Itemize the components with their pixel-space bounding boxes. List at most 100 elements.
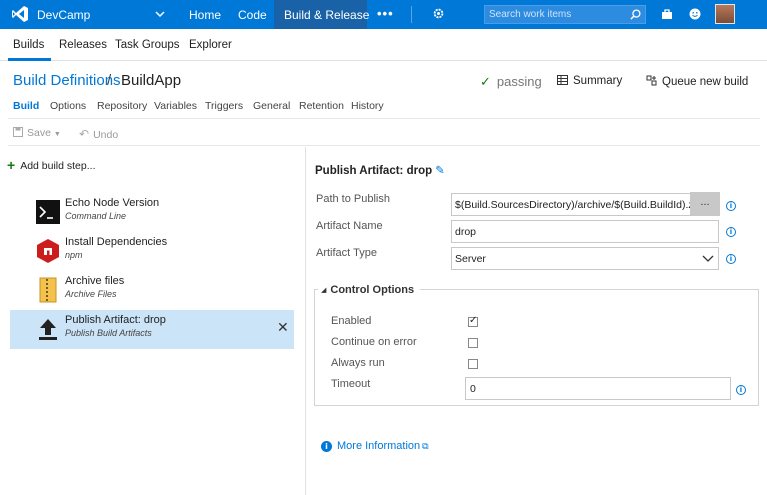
step-task-type: Archive Files	[65, 289, 117, 299]
step-name: Echo Node Version	[65, 197, 160, 209]
timeout-value: 0	[470, 383, 476, 395]
control-options-header[interactable]: ◢ Control Options	[318, 284, 421, 296]
project-name[interactable]: DevCamp	[37, 8, 90, 22]
npm-icon	[37, 239, 59, 263]
queue-build-icon	[646, 75, 657, 86]
tab-build[interactable]: Build	[13, 100, 39, 112]
continue-on-error-checkbox[interactable]	[468, 338, 478, 348]
check-icon: ✓	[480, 74, 491, 89]
search-input[interactable]	[489, 7, 624, 22]
queue-label: Queue new build	[662, 76, 749, 88]
hub-tab-task-groups[interactable]: Task Groups	[115, 39, 180, 51]
build-status-badge: ✓ passing	[480, 74, 542, 90]
info-icon[interactable]: i	[726, 201, 736, 211]
search-box[interactable]	[484, 5, 646, 24]
always-run-label: Always run	[331, 357, 385, 369]
timeout-field[interactable]: 0	[465, 377, 731, 400]
enabled-label: Enabled	[331, 315, 372, 327]
hub-tab-active-underline	[8, 58, 51, 61]
status-text: passing	[496, 74, 542, 89]
enabled-checkbox[interactable]	[468, 315, 478, 327]
build-step-item[interactable]: Echo Node Version Command Line	[10, 193, 294, 232]
continue-on-error-label: Continue on error	[331, 336, 417, 348]
build-step-item[interactable]: Install Dependencies npm	[10, 232, 294, 271]
breadcrumb-build-definitions[interactable]: Build Definitions	[13, 72, 121, 89]
tab-variables[interactable]: Variables	[154, 100, 197, 112]
more-information-label: More Information	[337, 440, 421, 452]
save-label: Save	[27, 127, 51, 139]
breadcrumb-separator: /	[107, 72, 112, 89]
artifact-name-field[interactable]: drop	[451, 220, 719, 243]
table-icon	[557, 75, 568, 85]
add-build-step-button[interactable]: + Add build step...	[7, 157, 96, 173]
nav-code[interactable]: Code	[238, 8, 267, 22]
info-icon[interactable]: i	[726, 254, 736, 264]
info-filled-icon: i	[321, 441, 332, 452]
collapse-triangle-icon: ◢	[321, 287, 327, 294]
tab-triggers[interactable]: Triggers	[205, 100, 243, 112]
step-task-type: npm	[65, 250, 83, 260]
more-information-link[interactable]: i More Information ⧉	[321, 440, 429, 452]
artifact-type-select[interactable]: Server	[451, 247, 719, 270]
tab-options[interactable]: Options	[50, 100, 86, 112]
path-to-publish-label: Path to Publish	[316, 193, 390, 205]
undo-label: Undo	[93, 129, 119, 141]
step-detail-title-text: Publish Artifact: drop	[315, 165, 433, 177]
path-to-publish-value: $(Build.SourcesDirectory)/archive/$(Buil…	[455, 199, 690, 211]
nav-divider	[411, 6, 412, 23]
upload-icon	[39, 319, 57, 340]
hub-tab-builds[interactable]: Builds	[13, 39, 44, 51]
hub-navigation: Builds Releases Task Groups Explorer	[0, 29, 767, 61]
step-name: Install Dependencies	[65, 236, 168, 248]
build-step-item[interactable]: Archive files Archive Files	[10, 271, 294, 310]
undo-button[interactable]: ↶ Undo	[79, 127, 118, 141]
chevron-down-icon[interactable]	[155, 9, 165, 19]
editor-toolbar: Save ▼ ↶ Undo	[8, 118, 760, 146]
queue-new-build-button[interactable]: Queue new build	[646, 75, 748, 88]
save-button[interactable]: Save ▼	[13, 127, 61, 139]
summary-button[interactable]: Summary	[557, 75, 622, 87]
step-name: Archive files	[65, 275, 125, 287]
add-build-step-label: Add build step...	[20, 160, 96, 172]
summary-label: Summary	[573, 75, 623, 87]
browse-button[interactable]: ...	[690, 192, 720, 216]
artifact-type-label: Artifact Type	[316, 247, 377, 259]
gear-icon[interactable]	[432, 7, 445, 20]
more-nav-button[interactable]: •••	[377, 6, 394, 21]
step-task-type: Command Line	[65, 211, 127, 221]
remove-step-close-icon[interactable]: ✕	[277, 319, 289, 336]
nav-build-release[interactable]: Build & Release	[284, 8, 369, 22]
save-dropdown-chevron-icon[interactable]: ▼	[54, 131, 61, 138]
tab-repository[interactable]: Repository	[97, 100, 147, 112]
always-run-checkbox[interactable]	[468, 359, 478, 369]
top-bar: DevCamp Home Code Build & Release •••	[0, 0, 767, 29]
tab-history[interactable]: History	[351, 100, 384, 112]
step-detail-title: Publish Artifact: drop ✎	[315, 163, 445, 177]
tab-retention[interactable]: Retention	[299, 100, 344, 112]
control-options-label: Control Options	[330, 284, 415, 296]
command-line-icon	[36, 200, 60, 224]
build-steps-pane: + Add build step... Echo Node Version Com…	[0, 147, 306, 495]
artifact-name-value: drop	[455, 226, 477, 238]
plus-icon: +	[7, 157, 16, 173]
page-title: BuildApp	[121, 72, 182, 89]
info-icon[interactable]: i	[736, 385, 746, 395]
hub-tab-explorer[interactable]: Explorer	[189, 39, 232, 51]
marketplace-bag-icon[interactable]	[661, 8, 673, 20]
avatar[interactable]	[715, 4, 735, 24]
build-step-item-selected[interactable]: Publish Artifact: drop Publish Build Art…	[10, 310, 294, 349]
search-icon[interactable]	[630, 9, 641, 20]
info-icon[interactable]: i	[726, 227, 736, 237]
undo-icon: ↶	[79, 127, 90, 141]
artifact-name-label: Artifact Name	[316, 220, 383, 232]
nav-home[interactable]: Home	[189, 8, 221, 22]
edit-pencil-icon[interactable]: ✎	[435, 165, 445, 177]
hub-tab-releases[interactable]: Releases	[59, 39, 107, 51]
chevron-down-icon[interactable]	[702, 253, 714, 263]
path-to-publish-field[interactable]: $(Build.SourcesDirectory)/archive/$(Buil…	[451, 193, 719, 216]
save-icon	[13, 127, 23, 137]
feedback-smile-icon[interactable]	[689, 8, 701, 20]
timeout-label: Timeout	[331, 378, 371, 390]
visual-studio-logo-icon[interactable]	[11, 5, 29, 23]
tab-general[interactable]: General	[253, 100, 290, 112]
